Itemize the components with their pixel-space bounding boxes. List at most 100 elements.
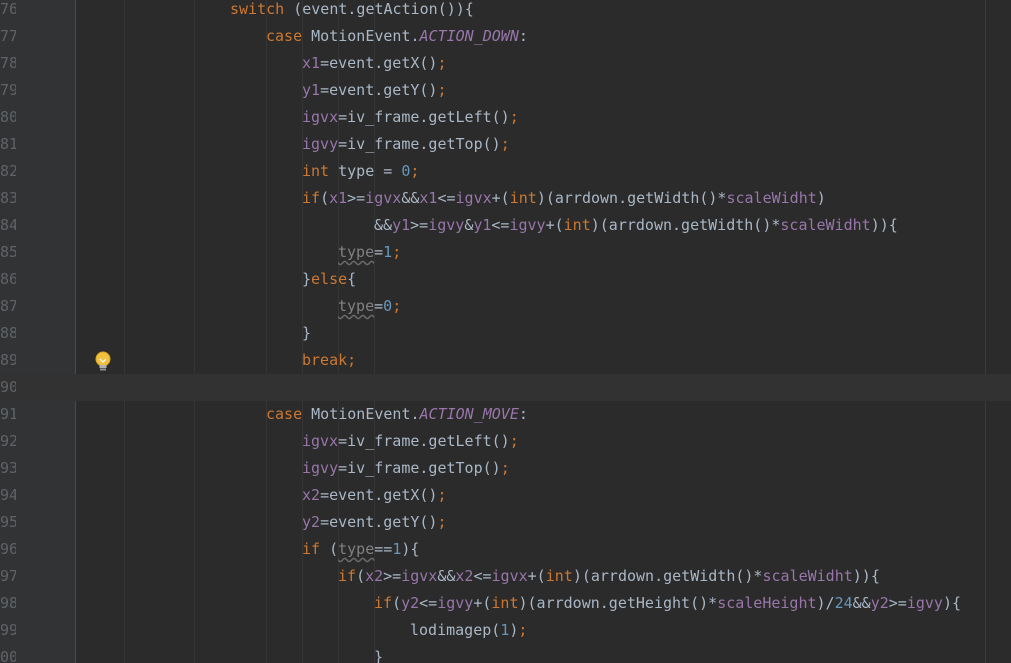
code-text[interactable]: x1=event.getX(); xyxy=(302,50,447,77)
code-line[interactable]: 98 if(y2<=igvy+(int)(arrdown.getHeight()*… xyxy=(0,590,1011,617)
code-line[interactable]: 91 case MotionEvent.ACTION_MOVE: xyxy=(0,401,1011,428)
code-lines[interactable]: 76 switch (event.getAction()){77 case Moti… xyxy=(0,0,1011,663)
code-text[interactable]: break; xyxy=(302,347,356,374)
code-token: =event.getY() xyxy=(320,81,438,99)
code-token: y2 xyxy=(870,594,889,612)
code-line[interactable]: 99 lodimagep(1); xyxy=(0,617,1011,644)
code-token: 0 xyxy=(383,297,393,315)
code-token: =iv_frame.getTop() xyxy=(338,459,501,477)
code-line[interactable]: 93 igvy=iv_frame.getTop(); xyxy=(0,455,1011,482)
code-token: ; xyxy=(500,135,510,153)
code-text[interactable]: igvx=iv_frame.getLeft(); xyxy=(302,428,519,455)
code-text[interactable]: if(x2>=igvx&&x2<=igvx+(int)(arrdown.getW… xyxy=(338,563,880,590)
code-token: ; xyxy=(437,486,447,504)
code-line[interactable]: 86}else{ xyxy=(0,266,1011,293)
code-line[interactable]: 95 y2=event.getY(); xyxy=(0,509,1011,536)
code-text[interactable]: if (type==1){ xyxy=(302,536,419,563)
code-text[interactable]: y1=event.getY(); xyxy=(302,77,447,104)
lightbulb-icon[interactable] xyxy=(93,350,113,374)
code-token: scaleHeight xyxy=(717,594,817,612)
code-line[interactable]: 92 igvx=iv_frame.getLeft(); xyxy=(0,428,1011,455)
code-text[interactable]: x2=event.getX(); xyxy=(302,482,447,509)
code-text[interactable]: if(x1>=igvx&&x1<=igvx+(int)(arrdown.getW… xyxy=(302,185,826,212)
code-line[interactable]: 79 y1=event.getY(); xyxy=(0,77,1011,104)
code-token: if xyxy=(302,540,321,558)
code-token: ; xyxy=(509,432,519,450)
code-text[interactable]: } xyxy=(374,644,383,663)
code-text[interactable]: }else{ xyxy=(302,266,356,293)
code-token: case xyxy=(266,27,303,45)
line-number: 92 xyxy=(0,432,16,450)
code-token: >= xyxy=(383,567,402,585)
code-token: y2 xyxy=(302,513,321,531)
code-text[interactable]: case MotionEvent.ACTION_MOVE: xyxy=(266,401,528,428)
code-line[interactable]: 00} xyxy=(0,644,1011,663)
code-line[interactable]: 88} xyxy=(0,320,1011,347)
code-token: <= xyxy=(437,189,456,207)
code-token: 24 xyxy=(834,594,853,612)
code-token: ACTION_MOVE xyxy=(419,405,519,423)
code-line[interactable]: 94 x2=event.getX(); xyxy=(0,482,1011,509)
code-token: x2 xyxy=(302,486,321,504)
code-token: break xyxy=(302,351,348,369)
code-token: =event.getX() xyxy=(320,54,438,72)
line-number: 88 xyxy=(0,324,16,342)
code-line[interactable]: 89 break; xyxy=(0,347,1011,374)
code-text[interactable]: igvy=iv_frame.getTop(); xyxy=(302,131,510,158)
code-line[interactable]: 84 &&y1>=igvy&y1<=igvy+(int)(arrdown.getW… xyxy=(0,212,1011,239)
code-text[interactable]: } xyxy=(302,320,311,347)
code-token: switch xyxy=(230,0,285,18)
code-token: igvy xyxy=(302,459,339,477)
line-number: 76 xyxy=(0,0,16,18)
code-text[interactable]: int type = 0; xyxy=(302,158,419,185)
code-line[interactable]: 83 if(x1>=igvx&&x1<=igvx+(int)(arrdown.ge… xyxy=(0,185,1011,212)
code-text[interactable]: y2=event.getY(); xyxy=(302,509,447,536)
line-number: 95 xyxy=(0,513,16,531)
code-text[interactable]: igvx=iv_frame.getLeft(); xyxy=(302,104,519,131)
code-token: igvy xyxy=(906,594,943,612)
code-token: ; xyxy=(500,459,510,477)
code-token: && xyxy=(437,567,456,585)
code-line[interactable]: 78 x1=event.getX(); xyxy=(0,50,1011,77)
code-token: igvy xyxy=(428,216,465,234)
code-token: } xyxy=(302,270,312,288)
line-number: 79 xyxy=(0,81,16,99)
code-token: MotionEvent. xyxy=(302,405,420,423)
line-number: 89 xyxy=(0,351,16,369)
code-line[interactable]: 85 type=1; xyxy=(0,239,1011,266)
code-line[interactable]: 96 if (type==1){ xyxy=(0,536,1011,563)
code-token: == xyxy=(374,540,393,558)
code-token: type xyxy=(338,540,375,558)
code-text[interactable]: switch (event.getAction()){ xyxy=(230,0,474,23)
code-text[interactable]: &&y1>=igvy&y1<=igvy+(int)(arrdown.getWid… xyxy=(374,212,898,239)
code-token: type xyxy=(338,243,375,261)
code-token: x1 xyxy=(419,189,438,207)
line-number: 83 xyxy=(0,189,16,207)
code-editor[interactable]: 76 switch (event.getAction()){77 case Moti… xyxy=(0,0,1011,663)
code-token: )){ xyxy=(852,567,880,585)
line-number: 78 xyxy=(0,54,16,72)
code-token: y2 xyxy=(401,594,420,612)
code-text[interactable]: case MotionEvent.ACTION_DOWN: xyxy=(266,23,528,50)
code-line[interactable]: 90 xyxy=(0,374,1011,401)
code-token: y1 xyxy=(302,81,321,99)
code-line[interactable]: 81 igvy=iv_frame.getTop(); xyxy=(0,131,1011,158)
code-token: ; xyxy=(437,54,447,72)
line-number: 90 xyxy=(0,378,16,396)
code-token: y1 xyxy=(473,216,492,234)
code-text[interactable]: lodimagep(1); xyxy=(410,617,527,644)
code-text[interactable]: igvy=iv_frame.getTop(); xyxy=(302,455,510,482)
code-line[interactable]: 80 igvx=iv_frame.getLeft(); xyxy=(0,104,1011,131)
code-token: +( xyxy=(545,216,564,234)
code-text[interactable]: if(y2<=igvy+(int)(arrdown.getHeight()*sc… xyxy=(374,590,961,617)
code-token: ( xyxy=(356,567,366,585)
code-text[interactable]: type=1; xyxy=(338,239,401,266)
code-line[interactable]: 87 type=0; xyxy=(0,293,1011,320)
code-text[interactable]: type=0; xyxy=(338,293,401,320)
code-line[interactable]: 82 int type = 0; xyxy=(0,158,1011,185)
code-token: ; xyxy=(410,162,420,180)
code-token: 1 xyxy=(500,621,510,639)
code-line[interactable]: 76 switch (event.getAction()){ xyxy=(0,0,1011,23)
code-line[interactable]: 77 case MotionEvent.ACTION_DOWN: xyxy=(0,23,1011,50)
code-line[interactable]: 97 if(x2>=igvx&&x2<=igvx+(int)(arrdown.ge… xyxy=(0,563,1011,590)
